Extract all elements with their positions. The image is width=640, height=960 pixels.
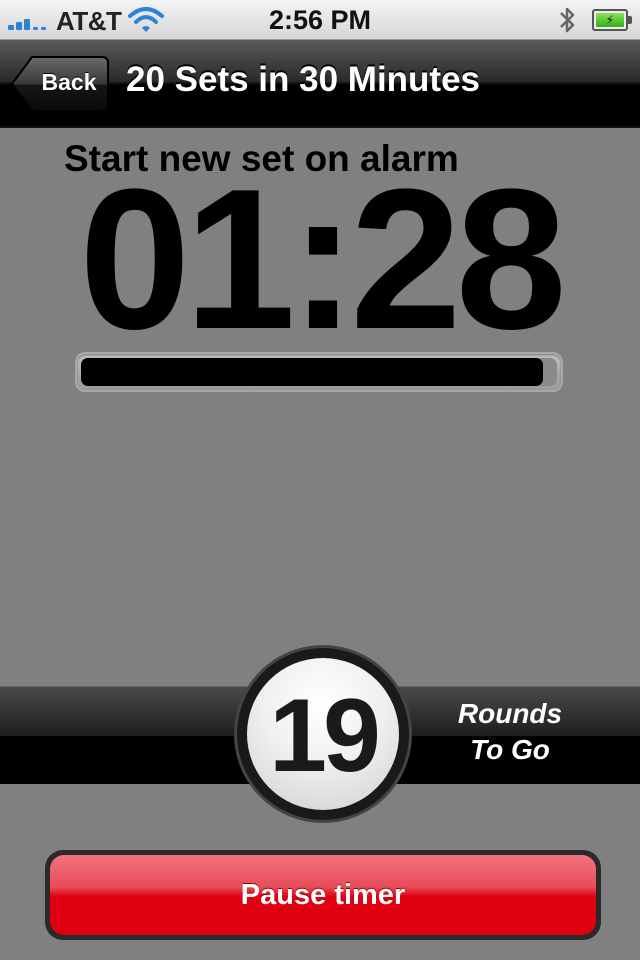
status-time: 2:56 PM [268, 5, 372, 35]
battery-charging-icon: ⚡ [592, 9, 632, 31]
progress-track [81, 358, 557, 386]
rounds-label: Rounds To Go [430, 696, 590, 768]
rounds-counter: 19 [234, 645, 412, 823]
rounds-count: 19 [269, 678, 381, 794]
page-title: 20 Sets in 30 Minutes [126, 60, 481, 99]
pause-timer-button-face: Pause timer [50, 855, 596, 935]
back-button-label: Back [41, 69, 97, 95]
back-button[interactable]: Back [10, 55, 110, 113]
progress-bar [75, 352, 563, 392]
pause-timer-button[interactable]: Pause timer [45, 850, 601, 940]
bluetooth-icon [560, 7, 575, 33]
rounds-counter-face: 19 [247, 658, 399, 810]
countdown-timer: 01:28 [79, 148, 567, 371]
pause-timer-label: Pause timer [240, 878, 406, 911]
rounds-label-line2: To Go [470, 734, 550, 765]
progress-fill [81, 358, 543, 386]
status-bar: AT&T 2:56 PM ⚡ [0, 0, 640, 40]
rounds-label-line1: Rounds [457, 698, 563, 729]
navigation-bar: Back 20 Sets in 30 Minutes [0, 40, 640, 128]
